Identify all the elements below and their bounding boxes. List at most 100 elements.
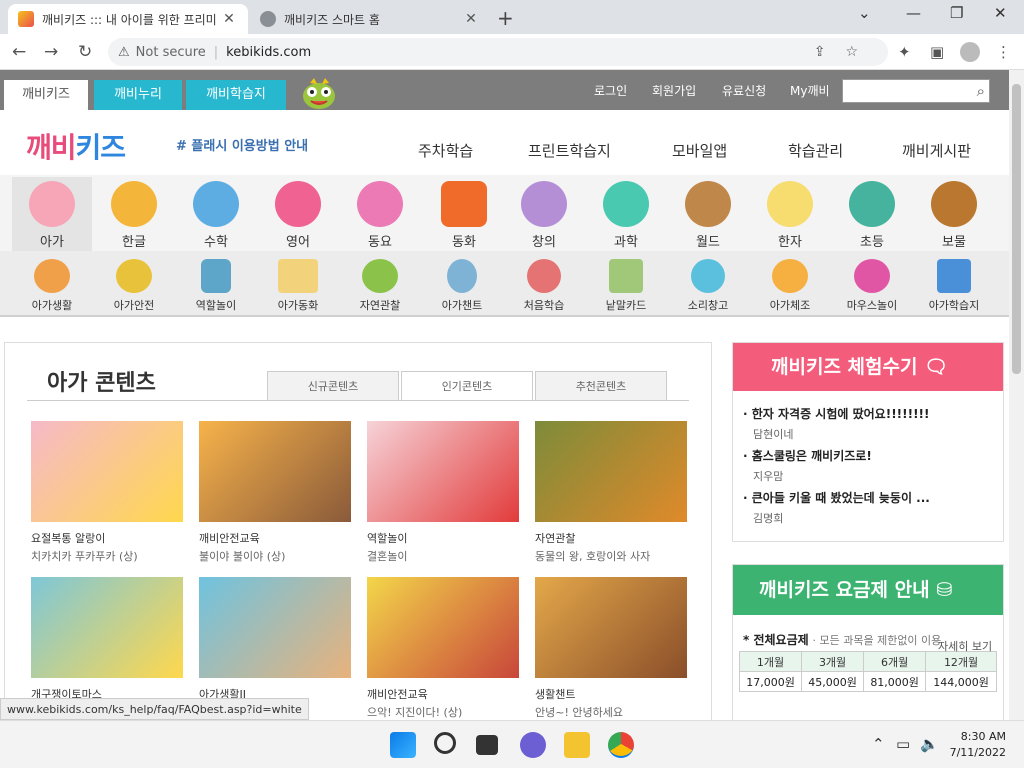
tab-popular-content[interactable]: 인기콘텐츠 (401, 371, 533, 401)
nav-weekly[interactable]: 주차학습 (418, 140, 473, 161)
content-item[interactable]: 깨비안전교육 불이야 불이야 (상) (199, 421, 351, 564)
nav-board[interactable]: 깨비게시판 (902, 140, 971, 161)
content-thumbnail[interactable] (367, 577, 519, 678)
review-item[interactable]: · 큰아들 키울 때 봤었는데 늦둥이 ... 김명희 (743, 489, 930, 526)
subcategory-baby-workbook[interactable]: 아가학습지 (914, 259, 994, 313)
flash-guide-link[interactable]: # 플래시 이용방법 안내 (176, 135, 308, 154)
subcategory-word-cards[interactable]: 낱말카드 (586, 259, 666, 313)
chevron-up-icon[interactable]: ⌃ (872, 735, 885, 753)
chrome-icon[interactable] (608, 732, 634, 758)
nav-manage[interactable]: 학습관리 (788, 140, 843, 161)
back-button[interactable]: ← (12, 42, 26, 62)
category-elementary[interactable]: 초등 (832, 181, 912, 250)
subcategory-roleplay[interactable]: 역할놀이 (176, 259, 256, 313)
subcategory-baby-stories[interactable]: 아가동화 (258, 259, 338, 313)
more-link[interactable]: 자세히 보기 (938, 638, 992, 654)
file-explorer-icon[interactable] (564, 732, 590, 758)
paid-signup-link[interactable]: 유료신청 (722, 82, 766, 99)
price-header[interactable]: 깨비키즈 요금제 안내 ⛁ (733, 565, 1003, 615)
content-thumbnail[interactable] (31, 577, 183, 678)
content-item[interactable]: 아가생활II (199, 577, 351, 704)
content-thumbnail[interactable] (31, 421, 183, 522)
forward-button[interactable]: → (44, 42, 58, 62)
task-view-icon[interactable] (476, 735, 498, 755)
sidebar-icon[interactable]: ▣ (930, 43, 944, 61)
content-thumbnail[interactable] (367, 421, 519, 522)
site-logo[interactable]: 깨비키즈 (26, 126, 126, 166)
tab-recommended-content[interactable]: 추천콘텐츠 (535, 371, 667, 401)
content-item[interactable]: 깨비안전교육 으악! 지진이다! (상) (367, 577, 519, 720)
content-thumbnail[interactable] (199, 421, 351, 522)
subcategory-baby-exercise[interactable]: 아가체조 (750, 259, 830, 313)
content-item[interactable]: 생활챈트 안녕~! 안녕하세요 (535, 577, 687, 720)
content-thumbnail[interactable] (535, 577, 687, 678)
restore-button[interactable]: ❐ (950, 4, 963, 22)
category-hangul[interactable]: 한글 (94, 181, 174, 250)
subcategory-sound-box[interactable]: 소리창고 (668, 259, 748, 313)
subcategory-baby-safety[interactable]: 아가안전 (94, 259, 174, 313)
browser-tab-inactive[interactable]: 깨비키즈 스마트 홈 ✕ (250, 4, 490, 34)
star-icon[interactable]: ☆ (845, 44, 878, 60)
subcategory-nature[interactable]: 자연관찰 (340, 259, 420, 313)
new-tab-button[interactable]: + (497, 6, 514, 30)
login-link[interactable]: 로그인 (594, 82, 627, 99)
close-tab-icon[interactable]: ✕ (462, 11, 480, 27)
category-world[interactable]: 월드 (668, 181, 748, 250)
category-stories[interactable]: 동화 (424, 181, 504, 250)
subcategory-baby-life[interactable]: 아가생활 (12, 259, 92, 313)
review-item[interactable]: · 홈스쿨링은 깨비키즈로! 지우맘 (743, 447, 872, 484)
reload-button[interactable]: ↻ (78, 42, 92, 62)
content-item[interactable]: 개구쟁이토마스 (31, 577, 183, 704)
my-kebi-link[interactable]: My깨비 (790, 82, 830, 99)
network-icon[interactable]: ▭ (896, 735, 910, 753)
category-creative[interactable]: 창의 (504, 181, 584, 250)
subcategory-first-learning[interactable]: 처음학습 (504, 259, 584, 313)
tab-search-chevron-icon[interactable]: ⌄ (858, 4, 871, 22)
top-tab-kebikids[interactable]: 깨비키즈 (4, 80, 88, 110)
browser-tab-active[interactable]: 깨비키즈 ::: 내 아이를 위한 프리미 ✕ (8, 4, 248, 34)
page-scrollbar[interactable] (1009, 70, 1024, 720)
category-treasure[interactable]: 보물 (914, 181, 994, 250)
review-item[interactable]: · 한자 자격증 시험에 땄어요!!!!!!!! 담현이네 (743, 405, 930, 442)
top-tab-workbook[interactable]: 깨비학습지 (186, 80, 286, 110)
content-item[interactable]: 역할놀이 결혼놀이 (367, 421, 519, 564)
search-icon[interactable] (434, 732, 456, 754)
minimize-button[interactable]: — (906, 4, 921, 22)
close-tab-icon[interactable]: ✕ (220, 11, 238, 27)
signup-link[interactable]: 회원가입 (652, 82, 696, 99)
warning-icon[interactable]: ⚠ (118, 45, 130, 60)
address-bar[interactable]: ⚠ Not secure | kebikids.com ⇪☆ (108, 38, 888, 66)
category-baby[interactable]: 아가 (12, 177, 92, 251)
subcategory-label: 역할놀이 (195, 299, 237, 312)
menu-icon[interactable]: ⋮ (996, 43, 1011, 61)
content-thumbnail[interactable] (535, 421, 687, 522)
category-science[interactable]: 과학 (586, 181, 666, 250)
tab-new-content[interactable]: 신규콘텐츠 (267, 371, 399, 401)
url-text[interactable]: kebikids.com (226, 45, 311, 60)
review-header[interactable]: 깨비키즈 체험수기 🗨 (733, 343, 1003, 391)
extensions-icon[interactable]: ✦ (898, 43, 911, 61)
category-songs[interactable]: 동요 (340, 181, 420, 250)
clock[interactable]: 8:30 AM 7/11/2022 (938, 729, 1006, 761)
site-search-input[interactable]: ⌕ (842, 79, 990, 103)
chat-icon[interactable] (520, 732, 546, 758)
nav-mobile[interactable]: 모바일앱 (672, 140, 727, 161)
subcategory-mouse-play[interactable]: 마우스놀이 (832, 259, 912, 313)
share-icon[interactable]: ⇪ (814, 44, 846, 60)
scrollbar-thumb[interactable] (1012, 84, 1021, 374)
top-tab-kebinuri[interactable]: 깨비누리 (94, 80, 182, 110)
close-window-button[interactable]: ✕ (994, 4, 1007, 22)
category-math[interactable]: 수학 (176, 181, 256, 250)
category-hanja[interactable]: 한자 (750, 181, 830, 250)
category-english[interactable]: 영어 (258, 181, 338, 250)
profile-icon[interactable] (960, 42, 980, 62)
volume-icon[interactable]: 🔈 (920, 735, 939, 753)
item-title: 치카치카 푸카푸카 (상) (31, 550, 138, 563)
subcategory-baby-chant[interactable]: 아가챈트 (422, 259, 502, 313)
content-thumbnail[interactable] (199, 577, 351, 678)
search-icon[interactable]: ⌕ (977, 82, 985, 100)
content-item[interactable]: 자연관찰 동물의 왕, 호랑이와 사자 (535, 421, 687, 564)
windows-start-icon[interactable] (390, 732, 416, 758)
content-item[interactable]: 요절복통 알랑이 치카치카 푸카푸카 (상) (31, 421, 183, 564)
nav-print[interactable]: 프린트학습지 (528, 140, 611, 161)
